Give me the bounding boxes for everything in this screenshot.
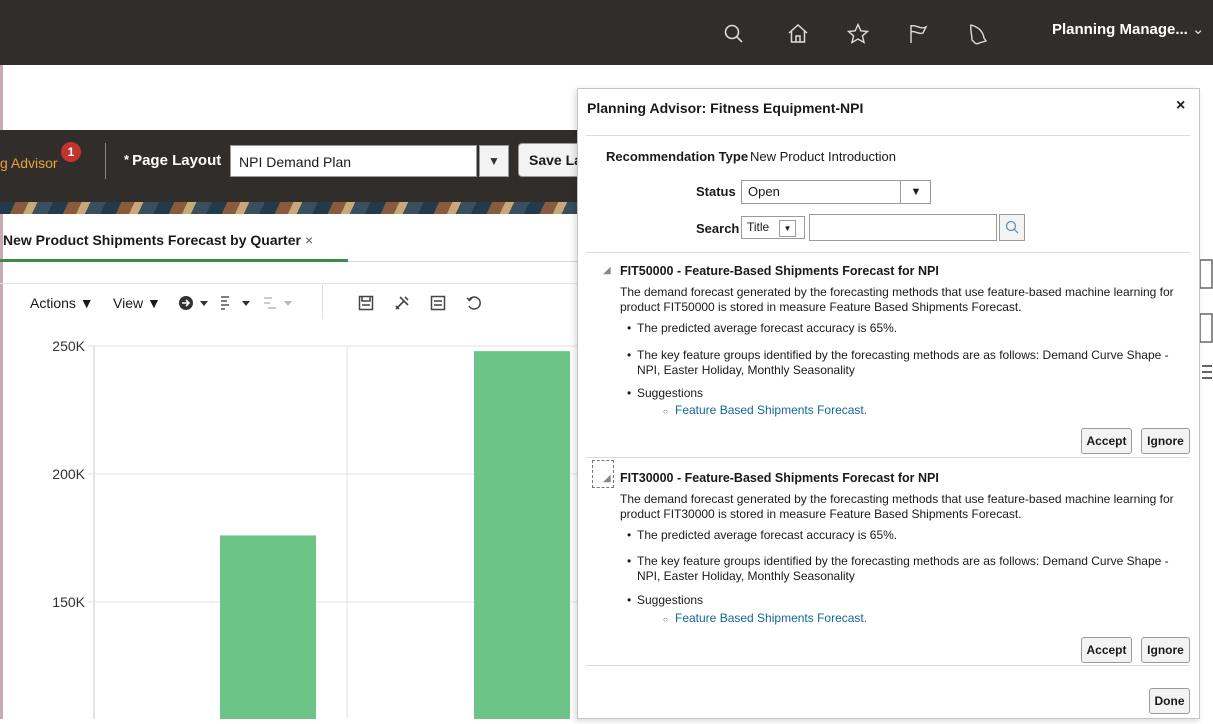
tab-new-product-shipments[interactable]: New Product Shipments Forecast by Quarte… [0, 232, 348, 262]
y-tick-label: 250K [52, 338, 85, 354]
active-tab-indicator [0, 259, 348, 262]
panel-divider [586, 135, 1190, 136]
user-menu-label: Planning Manage... [1052, 21, 1188, 38]
chart-toolbar-border [0, 283, 600, 284]
search-field-dropdown-arrow[interactable]: ▼ [779, 220, 796, 237]
search-input[interactable] [809, 214, 997, 241]
notifications-icon[interactable] [966, 22, 990, 46]
recommendation-bullet: The key feature groups identified by the… [627, 348, 1187, 378]
collapse-icon[interactable]: ◢ [603, 263, 611, 278]
status-dropdown-arrow[interactable]: ▼ [900, 180, 931, 204]
actions-menu-label: Actions [30, 295, 76, 311]
y-tick-label: 150K [52, 594, 85, 610]
recommendation-title: FIT30000 - Feature-Based Shipments Forec… [620, 471, 939, 485]
shipments-chart: 250K 200K 150K [0, 330, 600, 719]
recommendation-bullet: The key feature groups identified by the… [627, 554, 1187, 584]
recommendation-bullet: The predicted average forecast accuracy … [627, 321, 1187, 336]
chart-bar [474, 351, 570, 719]
accept-button[interactable]: Accept [1081, 637, 1132, 663]
details-icon[interactable] [430, 295, 446, 314]
panel-divider [586, 665, 1190, 666]
save-icon[interactable] [358, 295, 374, 314]
recommendation-bullet: Suggestions [627, 593, 1187, 608]
view-menu[interactable]: View ▼ [113, 295, 161, 311]
recommendation-bullet: The predicted average forecast accuracy … [627, 528, 1187, 543]
panel-divider [586, 252, 1190, 253]
page-layout-select[interactable]: NPI Demand Plan [230, 145, 477, 177]
search-icon[interactable] [722, 22, 746, 46]
panel-title: Planning Advisor: Fitness Equipment-NPI [587, 100, 864, 116]
tab-bar-line [348, 261, 600, 262]
toolbar-divider [322, 285, 323, 319]
status-label: Status [696, 184, 736, 199]
ignore-button[interactable]: Ignore [1141, 428, 1190, 454]
collapse-icon[interactable]: ◢ [603, 471, 611, 486]
tab-close-icon[interactable]: × [305, 232, 313, 248]
planning-advisor-panel: Planning Advisor: Fitness Equipment-NPI … [577, 88, 1200, 719]
go-to-icon[interactable] [178, 295, 212, 314]
page-layout-label-text: Page Layout [132, 152, 222, 169]
refresh-icon[interactable] [466, 295, 482, 314]
search-label: Search [696, 221, 740, 236]
decorative-banner [0, 202, 600, 214]
advisor-count-badge: 1 [61, 142, 81, 162]
close-icon[interactable]: × [1176, 97, 1185, 115]
tools-icon[interactable] [394, 295, 410, 314]
actions-menu[interactable]: Actions ▼ [30, 295, 94, 311]
rec-type-value: New Product Introduction [750, 149, 896, 164]
search-icon [1005, 220, 1019, 234]
required-marker: * [124, 152, 130, 167]
toolbar-separator [105, 143, 106, 179]
suggestion-link[interactable]: Feature Based Shipments Forecast. [663, 403, 867, 419]
page-layout-dropdown-arrow[interactable]: ▼ [479, 145, 509, 177]
y-tick-label: 200K [52, 466, 85, 482]
search-button[interactable] [999, 214, 1025, 241]
page-layout-label: * Page Layout [124, 152, 221, 169]
chart-svg: 250K 200K 150K [52, 338, 600, 719]
pivot-icon [262, 295, 296, 314]
panel-divider [586, 457, 1190, 458]
recommendation-title: FIT50000 - Feature-Based Shipments Forec… [620, 264, 939, 278]
recommendation-description: The demand forecast generated by the for… [620, 285, 1174, 314]
accept-button[interactable]: Accept [1081, 428, 1132, 454]
recommendation-bullet: Suggestions [627, 386, 1187, 401]
chevron-down-icon: ⌄ [1191, 21, 1205, 38]
rec-type-label: Recommendation Type [606, 149, 749, 164]
user-menu[interactable]: Planning Manage... ⌄ [1052, 20, 1204, 38]
global-header: Planning Manage... ⌄ [0, 0, 1213, 65]
ignore-button[interactable]: Ignore [1141, 637, 1190, 663]
view-menu-label: View [113, 295, 144, 311]
format-icon[interactable] [220, 295, 254, 314]
home-icon[interactable] [786, 22, 810, 46]
suggestion-link[interactable]: Feature Based Shipments Forecast. [663, 611, 867, 627]
flag-icon[interactable] [906, 22, 930, 46]
done-button[interactable]: Done [1149, 688, 1190, 714]
planning-advisor-link[interactable]: g Advisor [0, 155, 58, 171]
recommendation-description: The demand forecast generated by the for… [620, 492, 1174, 521]
side-toolbar-partial [1199, 246, 1213, 406]
chart-bar [220, 535, 316, 719]
tab-label: New Product Shipments Forecast by Quarte… [3, 232, 301, 248]
favorites-icon[interactable] [846, 22, 870, 46]
